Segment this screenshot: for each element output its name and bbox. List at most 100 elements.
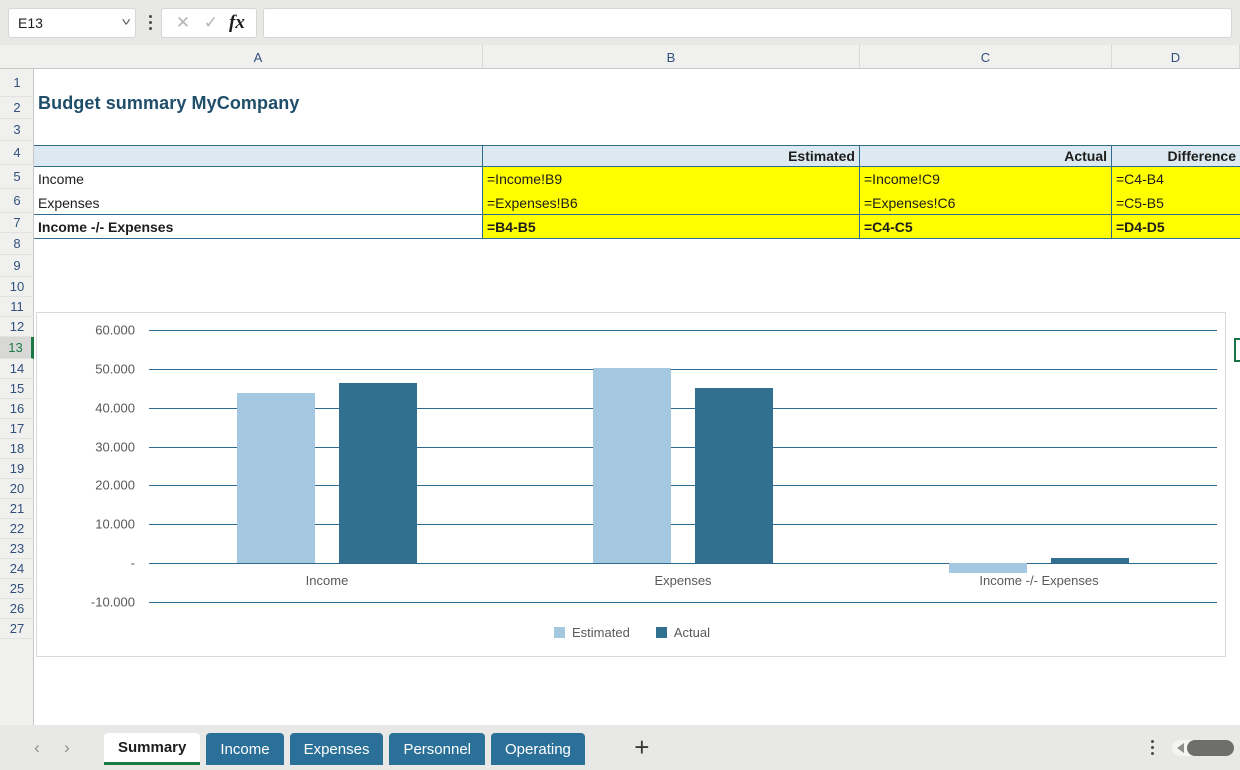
spreadsheet-grid: ABCD 12345678910111213141516171819202122… (0, 45, 1240, 725)
row-headers: 1234567891011121314151617181920212223242… (0, 69, 34, 725)
row-header-19[interactable]: 19 (0, 459, 34, 479)
dot (149, 27, 152, 30)
row-header-12[interactable]: 12 (0, 317, 34, 337)
cell-c6-actual-net[interactable]: =C4-C5 (860, 215, 1112, 239)
dot (1151, 740, 1154, 743)
chart-gridline (149, 369, 1217, 370)
row-header-25[interactable]: 25 (0, 579, 34, 599)
row-header-14[interactable]: 14 (0, 359, 34, 379)
scroll-left-icon[interactable] (1177, 743, 1184, 753)
column-header-b[interactable]: B (483, 45, 860, 69)
column-header-d[interactable]: D (1112, 45, 1240, 69)
sheet-tab-label: Summary (118, 739, 186, 756)
row-header-7[interactable]: 7 (0, 213, 34, 233)
chart-bar-actual-expenses[interactable] (695, 388, 773, 563)
sheet-tab-income[interactable]: Income (206, 733, 283, 765)
name-box-value: E13 (18, 15, 43, 31)
next-sheet-button[interactable]: › (52, 733, 82, 763)
cell-c4-actual-income[interactable]: =Income!C9 (860, 167, 1112, 191)
sheet-tab-summary[interactable]: Summary (104, 733, 200, 765)
confirm-icon[interactable]: ✓ (198, 13, 224, 33)
chart-y-axis-label: 40.000 (65, 400, 135, 415)
chart-bar-actual-income-expenses[interactable] (1051, 558, 1129, 563)
cell-b5-estimated-expenses[interactable]: =Expenses!B6 (483, 191, 860, 215)
name-box[interactable]: E13 ˅ (8, 8, 136, 38)
row-header-20[interactable]: 20 (0, 479, 34, 499)
row-header-15[interactable]: 15 (0, 379, 34, 399)
chart-legend-item[interactable]: Actual (656, 625, 710, 640)
cell-d5-difference-expenses[interactable]: =C5-B5 (1112, 191, 1240, 215)
chart-bar-estimated-expenses[interactable] (593, 368, 671, 563)
sheet-overflow-menu-icon[interactable] (1140, 733, 1164, 763)
row-header-9[interactable]: 9 (0, 255, 34, 277)
column-header-c[interactable]: C (860, 45, 1112, 69)
row-header-2[interactable]: 2 (0, 97, 34, 119)
previous-sheet-button[interactable]: ‹ (22, 733, 52, 763)
sheet-tab-personnel[interactable]: Personnel (389, 733, 485, 765)
chart-legend-swatch (656, 627, 667, 638)
page-title[interactable]: Budget summary MyCompany (34, 87, 484, 119)
row-header-3[interactable]: 3 (0, 119, 34, 141)
chart-y-axis-label: 10.000 (65, 517, 135, 532)
chart-legend-label: Estimated (572, 625, 630, 640)
row-header-24[interactable]: 24 (0, 559, 34, 579)
sheet-tab-operating[interactable]: Operating (491, 733, 585, 765)
table-row-label-net[interactable]: Income -/- Expenses (34, 215, 483, 239)
chart-bar-estimated-income[interactable] (237, 393, 315, 563)
cell-b6-estimated-net[interactable]: =B4-B5 (483, 215, 860, 239)
chart-y-axis-label: 50.000 (65, 361, 135, 376)
row-header-23[interactable]: 23 (0, 539, 34, 559)
cell-c5-actual-expenses[interactable]: =Expenses!C6 (860, 191, 1112, 215)
chart-bar-estimated-income-expenses[interactable] (949, 563, 1027, 573)
row-header-18[interactable]: 18 (0, 439, 34, 459)
table-row-label-income[interactable]: Income (34, 167, 483, 191)
table-header-blank[interactable] (34, 145, 483, 167)
table-header-estimated[interactable]: Estimated (483, 145, 860, 167)
horizontal-scrollbar[interactable] (1172, 740, 1234, 756)
row-header-27[interactable]: 27 (0, 619, 34, 639)
budget-bar-chart[interactable]: 60.00050.00040.00030.00020.00010.000--10… (36, 312, 1226, 657)
formula-controls: ✕ ✓ fx (161, 8, 257, 38)
table-header-difference[interactable]: Difference (1112, 145, 1240, 167)
scrollbar-thumb[interactable] (1187, 740, 1234, 756)
chart-gridline (149, 330, 1217, 331)
cell-b4-estimated-income[interactable]: =Income!B9 (483, 167, 860, 191)
cell-d4-difference-income[interactable]: =C4-B4 (1112, 167, 1240, 191)
chart-legend: Estimated Actual (37, 625, 1227, 640)
chevron-down-icon[interactable]: ˅ (121, 17, 131, 29)
chart-legend-label: Actual (674, 625, 710, 640)
insert-function-icon[interactable]: fx (226, 12, 248, 34)
chart-y-axis-label: 20.000 (65, 478, 135, 493)
formula-input[interactable] (263, 8, 1232, 38)
row-header-1[interactable]: 1 (0, 69, 34, 97)
row-header-17[interactable]: 17 (0, 419, 34, 439)
table-header-actual[interactable]: Actual (860, 145, 1112, 167)
row-header-13[interactable]: 13 (0, 337, 34, 359)
row-header-21[interactable]: 21 (0, 499, 34, 519)
chart-plot-area: 60.00050.00040.00030.00020.00010.000--10… (37, 313, 1227, 658)
row-header-16[interactable]: 16 (0, 399, 34, 419)
column-headers: ABCD (0, 45, 1240, 69)
row-header-4[interactable]: 4 (0, 141, 34, 165)
sheet-tab-expenses[interactable]: Expenses (290, 733, 384, 765)
row-header-6[interactable]: 6 (0, 189, 34, 213)
row-header-22[interactable]: 22 (0, 519, 34, 539)
chart-x-axis-label: Expenses (654, 573, 711, 588)
formula-toolbar: E13 ˅ ✕ ✓ fx (0, 0, 1240, 45)
cancel-icon[interactable]: ✕ (170, 13, 196, 33)
table-row-label-expenses[interactable]: Expenses (34, 191, 483, 215)
chart-bar-actual-income[interactable] (339, 383, 417, 563)
column-header-a[interactable]: A (34, 45, 483, 69)
sheet-tab-label: Operating (505, 741, 571, 758)
cell-d6-difference-net[interactable]: =D4-D5 (1112, 215, 1240, 239)
row-header-5[interactable]: 5 (0, 165, 34, 189)
row-header-10[interactable]: 10 (0, 277, 34, 297)
chart-y-axis-label: -10.000 (65, 595, 135, 610)
chart-x-axis-label: Income -/- Expenses (979, 573, 1098, 588)
add-sheet-button[interactable]: + (625, 731, 659, 765)
row-header-8[interactable]: 8 (0, 233, 34, 255)
row-header-11[interactable]: 11 (0, 297, 34, 317)
chart-legend-item[interactable]: Estimated (554, 625, 630, 640)
toolbar-overflow-menu-icon[interactable] (139, 8, 161, 38)
row-header-26[interactable]: 26 (0, 599, 34, 619)
